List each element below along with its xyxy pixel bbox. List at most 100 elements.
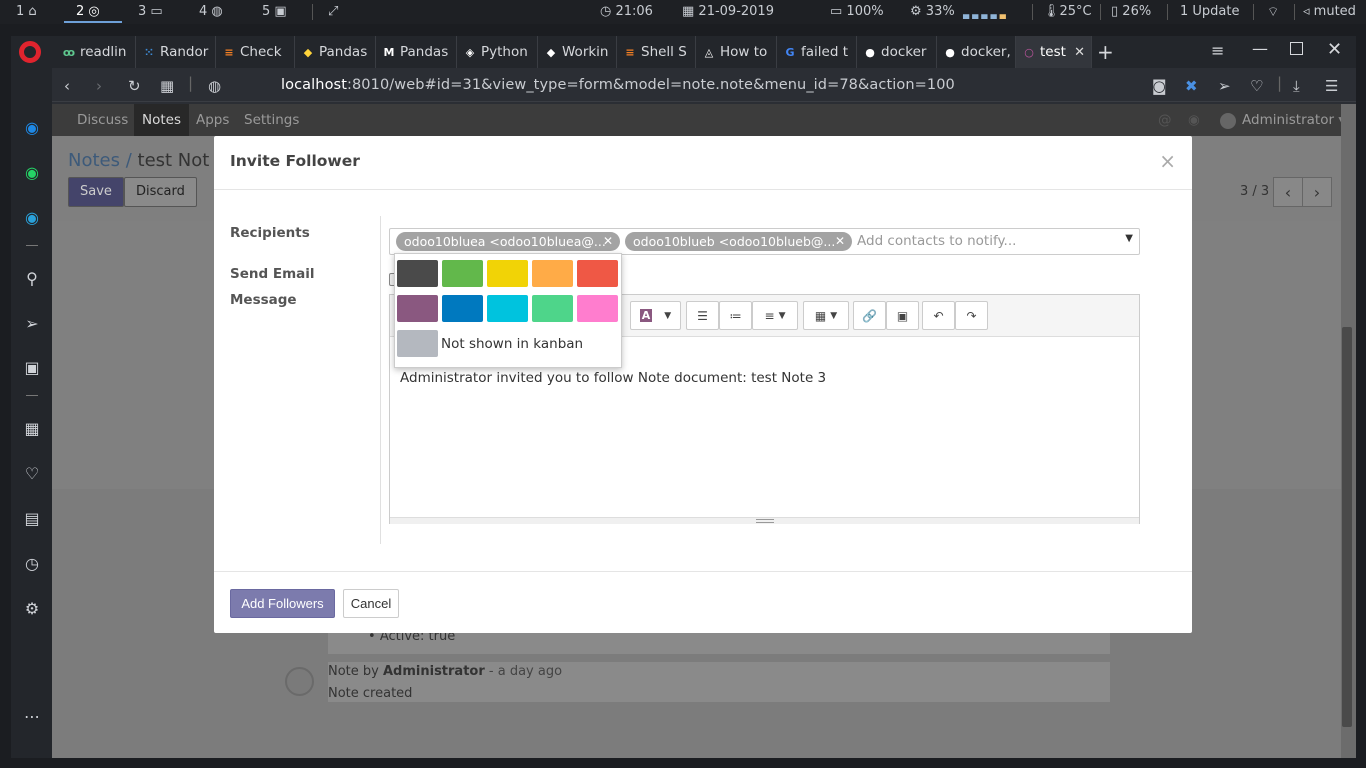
message-body[interactable]: Administrator invited you to follow Note…	[400, 370, 826, 386]
no-color-label[interactable]: Not shown in kanban	[441, 336, 583, 352]
scrollbar-thumb[interactable]	[1342, 327, 1352, 727]
telegram-icon[interactable]: ◉	[22, 207, 42, 227]
url-field[interactable]: localhost:8010/web#id=31&view_type=form&…	[281, 77, 955, 93]
volume[interactable]: ◃ muted	[1303, 4, 1356, 19]
minimize-icon[interactable]: —	[1252, 39, 1268, 58]
more-icon[interactable]: ⋯	[22, 706, 42, 726]
bullet-list-button[interactable]: ☰	[686, 301, 719, 330]
dropdown-caret-icon[interactable]: ▼	[1125, 233, 1133, 244]
send-icon[interactable]: ➢	[22, 313, 42, 333]
tabs-grid-icon[interactable]: ▦	[160, 77, 174, 95]
browser-tab[interactable]: ≡ Shell S	[617, 36, 696, 68]
browser-tab[interactable]: ○ test ✕	[1016, 36, 1092, 68]
color-swatch[interactable]	[487, 260, 528, 287]
back-icon[interactable]: ‹	[64, 77, 70, 95]
wifi-icon: ⌔	[1267, 5, 1280, 20]
news-icon[interactable]: ▤	[22, 508, 42, 528]
resize-handle[interactable]	[390, 517, 1139, 524]
undo-button[interactable]: ↶	[922, 301, 955, 330]
image-button[interactable]: ▣	[886, 301, 919, 330]
pager-next-icon[interactable]: ›	[1302, 177, 1332, 207]
color-swatch[interactable]	[397, 295, 438, 322]
chatter-author[interactable]: Administrator	[383, 664, 485, 679]
workspace-4[interactable]: 4 ◍	[199, 4, 223, 19]
browser-tab[interactable]: M Pandas	[376, 36, 457, 68]
no-color-swatch[interactable]	[397, 330, 438, 357]
close-window-icon[interactable]: ✕	[1327, 39, 1342, 60]
browser-tab[interactable]: Gfailed t	[777, 36, 857, 68]
browser-tab[interactable]: ≡ Check	[216, 36, 295, 68]
history-icon[interactable]: ◷	[22, 553, 42, 573]
chat-icon[interactable]: ◉	[1188, 112, 1200, 128]
settings-icon[interactable]: ⚙	[22, 598, 42, 618]
paragraph-align-button[interactable]: ≡ ▼	[752, 301, 798, 330]
cancel-button[interactable]: Cancel	[343, 589, 399, 618]
opera-logo-icon[interactable]	[19, 41, 41, 63]
adblock-icon[interactable]: ✖	[1185, 77, 1198, 95]
menu-notes[interactable]: Notes	[134, 104, 189, 136]
workspace-2[interactable]: 2 ◎	[76, 4, 100, 19]
browser-tab[interactable]: ● docker,	[937, 36, 1016, 68]
close-icon[interactable]: ×	[1159, 149, 1176, 173]
discard-button[interactable]: Discard	[124, 177, 197, 207]
browser-tab[interactable]: ⁙ Randor	[136, 36, 216, 68]
font-color-button[interactable]: A ▼	[630, 301, 681, 330]
divider	[26, 395, 38, 396]
search-icon[interactable]: ⚲	[22, 268, 42, 288]
browser-tab[interactable]: ◆ Workin	[538, 36, 617, 68]
fullscreen-icon[interactable]: ⤢	[328, 4, 338, 19]
user-menu[interactable]: Administrator ▾	[1242, 112, 1345, 128]
redo-button[interactable]: ↷	[955, 301, 988, 330]
maximize-icon[interactable]	[1290, 42, 1303, 55]
recipients-field[interactable]: odoo10bluea <odoo10bluea@... ✕ odoo10blue…	[389, 228, 1140, 255]
workspace-1[interactable]: 1 ⌂	[16, 4, 37, 19]
color-swatch[interactable]	[532, 295, 573, 322]
messenger-icon[interactable]: ◉	[22, 117, 42, 137]
bookmark-heart-icon[interactable]: ♡	[1250, 77, 1263, 95]
download-icon[interactable]: ⤓	[1293, 77, 1300, 95]
close-tab-icon[interactable]: ✕	[1074, 45, 1085, 60]
color-swatch[interactable]	[577, 295, 618, 322]
numbered-list-button[interactable]: ≔	[719, 301, 752, 330]
wallet-icon[interactable]: ▣	[22, 357, 42, 377]
add-followers-button[interactable]: Add Followers	[230, 589, 335, 618]
recipients-input[interactable]: Add contacts to notify...	[857, 233, 1016, 249]
pager-previous-icon[interactable]: ‹	[1273, 177, 1303, 207]
browser-tab[interactable]: ◬ How to	[696, 36, 777, 68]
color-swatch[interactable]	[442, 260, 483, 287]
color-swatch[interactable]	[532, 260, 573, 287]
whatsapp-icon[interactable]: ◉	[22, 162, 42, 182]
table-button[interactable]: ▦ ▼	[803, 301, 849, 330]
color-swatch[interactable]	[397, 260, 438, 287]
menu-apps[interactable]: Apps	[196, 112, 229, 128]
workspace-3[interactable]: 3 ▭	[138, 4, 163, 19]
browser-tab[interactable]: ꝏ readlin	[56, 36, 136, 68]
breadcrumb-parent[interactable]: Notes /	[68, 150, 132, 171]
forward-icon[interactable]: ›	[96, 77, 102, 95]
color-swatch[interactable]	[487, 295, 528, 322]
menu-discuss[interactable]: Discuss	[77, 112, 128, 128]
avatar[interactable]	[1220, 113, 1236, 129]
remove-tag-icon[interactable]: ✕	[835, 232, 845, 251]
color-swatch[interactable]	[577, 260, 618, 287]
heart-icon[interactable]: ♡	[22, 463, 42, 483]
browser-tab[interactable]: ◆ Pandas	[295, 36, 376, 68]
browser-tab[interactable]: ● docker	[857, 36, 937, 68]
speed-dial-icon[interactable]: ▦	[22, 418, 42, 438]
browser-tab[interactable]: ◈ Python	[457, 36, 538, 68]
color-swatch[interactable]	[442, 295, 483, 322]
reload-icon[interactable]: ↻	[128, 77, 141, 95]
snapshot-icon[interactable]: ◙	[1152, 77, 1167, 95]
remove-tag-icon[interactable]: ✕	[603, 232, 613, 251]
tab-menu-icon[interactable]: ≡	[1211, 41, 1224, 60]
easy-setup-icon[interactable]: ☰	[1325, 77, 1338, 95]
new-tab-icon[interactable]: +	[1097, 40, 1114, 64]
updates-indicator[interactable]: 1 Update	[1180, 4, 1239, 19]
at-icon[interactable]: @	[1158, 112, 1172, 128]
site-info-icon[interactable]: ◍	[208, 77, 221, 95]
link-button[interactable]: 🔗	[853, 301, 886, 330]
workspace-5[interactable]: 5 ▣	[262, 4, 287, 19]
send-page-icon[interactable]: ➢	[1218, 77, 1231, 95]
menu-settings[interactable]: Settings	[244, 112, 299, 128]
save-button[interactable]: Save	[68, 177, 124, 207]
